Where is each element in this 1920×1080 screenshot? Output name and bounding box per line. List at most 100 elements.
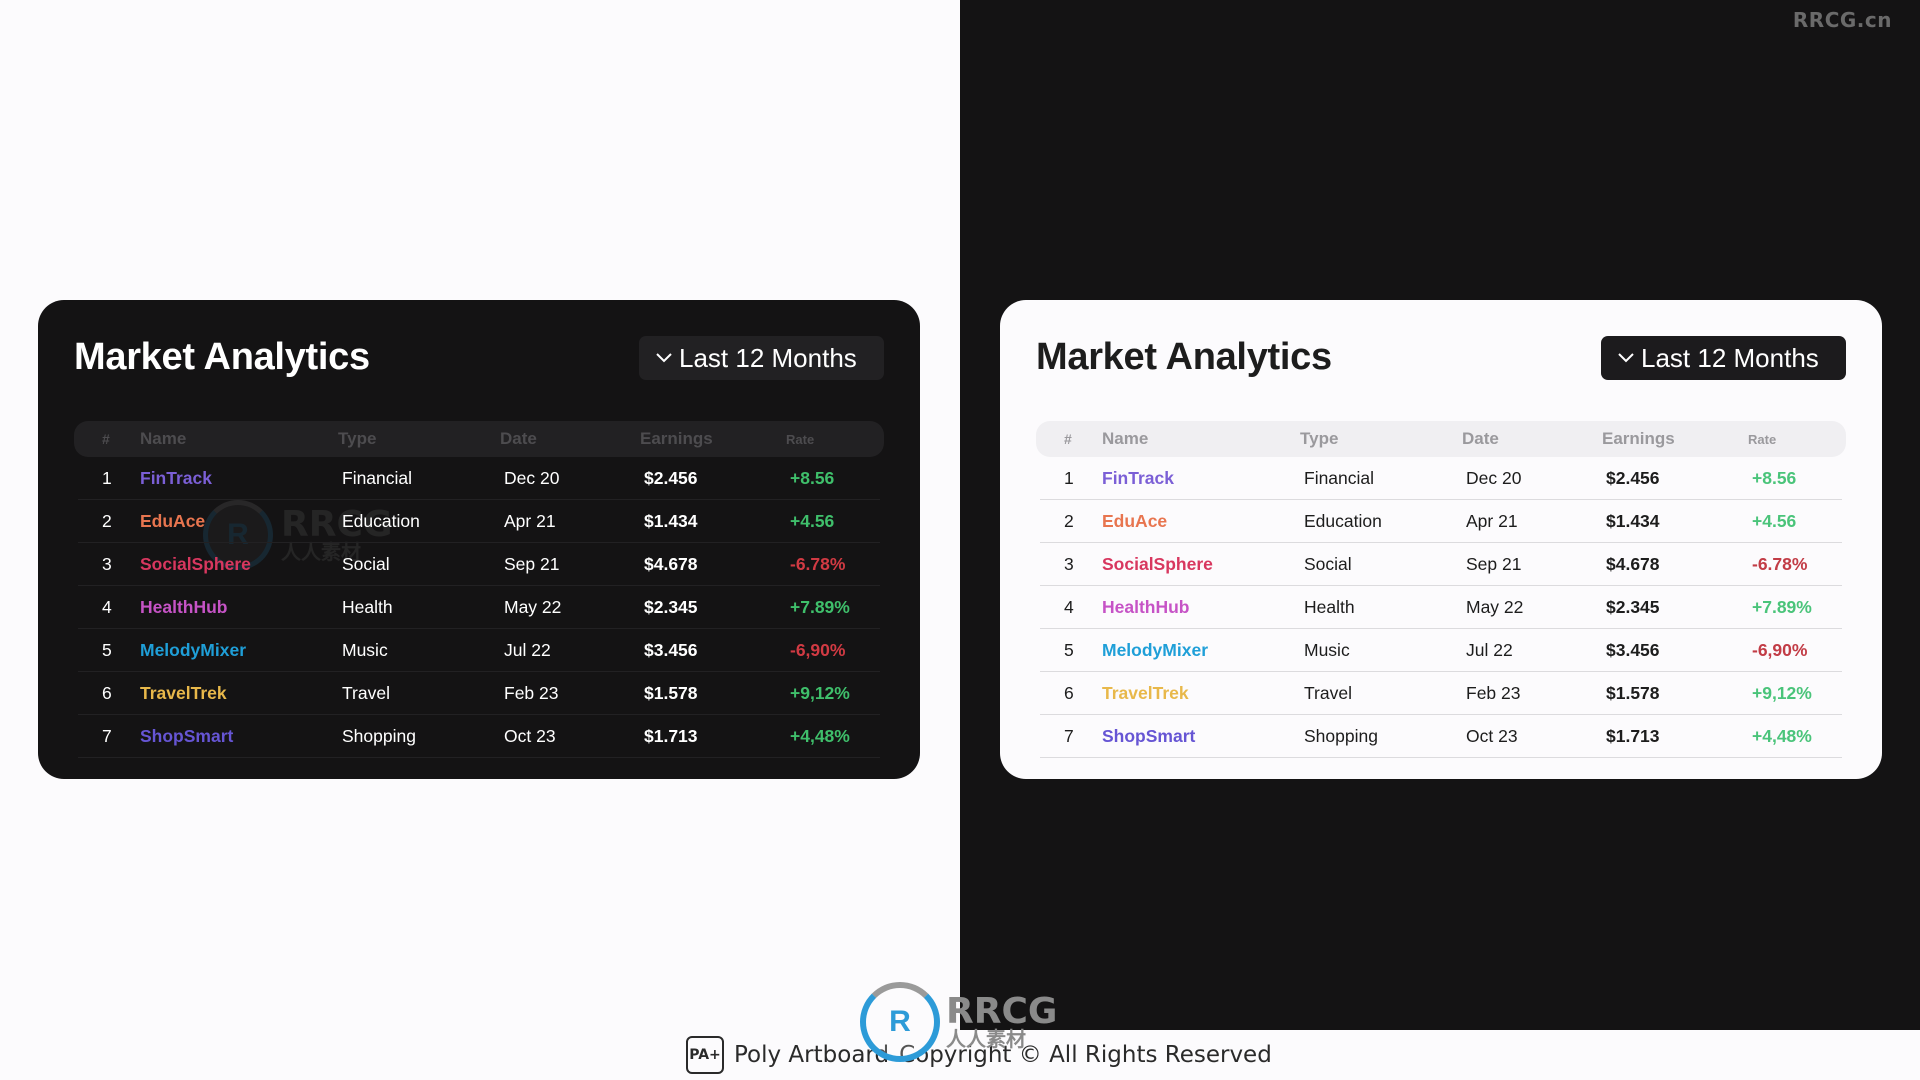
rate-value: +4,48%: [790, 725, 850, 746]
row-number: 2: [1064, 510, 1074, 531]
app-earnings: $1.713: [1606, 725, 1660, 746]
app-name[interactable]: TravelTrek: [140, 683, 342, 704]
row-number: 7: [1064, 725, 1074, 746]
table-row[interactable]: 1 FinTrack Financial Dec 20 $2.456 +8.56: [78, 457, 880, 500]
column-header-date[interactable]: Date: [500, 429, 640, 449]
site-watermark: RRCG.cn: [1792, 8, 1892, 32]
table-row[interactable]: 7 ShopSmart Shopping Oct 23 $1.713 +4,48%: [78, 715, 880, 758]
column-header-name[interactable]: Name: [136, 429, 338, 449]
app-earnings: $2.456: [644, 467, 698, 488]
column-header-type[interactable]: Type: [1300, 429, 1462, 449]
app-name[interactable]: TravelTrek: [1102, 683, 1304, 704]
row-number: 4: [102, 596, 112, 617]
app-date: Dec 20: [504, 467, 560, 488]
app-type: Financial: [342, 467, 413, 488]
app-type: Health: [1304, 596, 1355, 617]
table-row[interactable]: 3 SocialSphere Social Sep 21 $4.678 -6.78%: [1040, 543, 1842, 586]
app-name[interactable]: ShopSmart: [1102, 726, 1304, 747]
app-earnings: $2.345: [1606, 596, 1660, 617]
rrcg-watermark: R RRCG 人人素材: [860, 982, 1057, 1062]
app-name[interactable]: SocialSphere: [1102, 554, 1304, 575]
app-earnings: $1.578: [644, 682, 698, 703]
market-analytics-card-light: Market Analytics Last 12 Months # Name T…: [1000, 300, 1882, 779]
table-row[interactable]: 5 MelodyMixer Music Jul 22 $3.456 -6,90%: [78, 629, 880, 672]
table-row[interactable]: 7 ShopSmart Shopping Oct 23 $1.713 +4,48%: [1040, 715, 1842, 758]
app-earnings: $1.434: [1606, 510, 1660, 531]
rate-value: +7.89%: [790, 596, 850, 617]
app-date: Apr 21: [504, 510, 556, 531]
table-row[interactable]: 2 EduAce Education Apr 21 $1.434 +4.56: [78, 500, 880, 543]
app-date: May 22: [504, 596, 562, 617]
table-row[interactable]: 6 TravelTrek Travel Feb 23 $1.578 +9,12%: [78, 672, 880, 715]
app-name[interactable]: FinTrack: [140, 468, 342, 489]
app-name[interactable]: FinTrack: [1102, 468, 1304, 489]
app-name[interactable]: HealthHub: [140, 597, 342, 618]
app-type: Education: [342, 510, 420, 531]
app-earnings: $4.678: [644, 553, 698, 574]
column-header-rate[interactable]: Rate: [1748, 432, 1838, 447]
row-number: 3: [102, 553, 112, 574]
column-header-name[interactable]: Name: [1098, 429, 1300, 449]
column-header-number[interactable]: #: [74, 431, 136, 447]
app-name[interactable]: EduAce: [1102, 511, 1304, 532]
table-body: 1 FinTrack Financial Dec 20 $2.456 +8.56 2 EduA…: [74, 457, 884, 758]
app-date: Sep 21: [1466, 553, 1522, 574]
app-type: Financial: [1304, 467, 1375, 488]
app-date: Jul 22: [1466, 639, 1513, 660]
app-date: Oct 23: [1466, 725, 1518, 746]
watermark-subtext: 人人素材: [946, 1029, 1026, 1051]
table-row[interactable]: 3 SocialSphere Social Sep 21 $4.678 -6.78%: [78, 543, 880, 586]
app-date: Feb 23: [504, 682, 559, 703]
app-type: Shopping: [342, 725, 416, 746]
app-name[interactable]: ShopSmart: [140, 726, 342, 747]
time-range-dropdown[interactable]: Last 12 Months: [639, 336, 884, 380]
table-row[interactable]: 4 HealthHub Health May 22 $2.345 +7.89%: [1040, 586, 1842, 629]
app-type: Education: [1304, 510, 1382, 531]
card-title: Market Analytics: [74, 336, 370, 378]
column-header-type[interactable]: Type: [338, 429, 500, 449]
chevron-down-icon: [655, 349, 673, 367]
app-date: Dec 20: [1466, 467, 1522, 488]
app-earnings: $1.578: [1606, 682, 1660, 703]
rate-value: +4.56: [790, 510, 835, 531]
app-name[interactable]: SocialSphere: [140, 554, 342, 575]
rate-value: +4.56: [1752, 510, 1797, 531]
time-range-label: Last 12 Months: [1641, 342, 1819, 373]
column-header-earnings[interactable]: Earnings: [640, 429, 786, 449]
app-date: Oct 23: [504, 725, 556, 746]
app-type: Travel: [1304, 682, 1352, 703]
app-type: Music: [342, 639, 388, 660]
app-name[interactable]: HealthHub: [1102, 597, 1304, 618]
column-header-date[interactable]: Date: [1462, 429, 1602, 449]
app-name[interactable]: MelodyMixer: [140, 640, 342, 661]
market-analytics-card-dark: Market Analytics Last 12 Months R RRCG 人人…: [38, 300, 920, 779]
watermark-text: RRCG: [946, 991, 1058, 1032]
app-name[interactable]: MelodyMixer: [1102, 640, 1304, 661]
row-number: 4: [1064, 596, 1074, 617]
app-earnings: $4.678: [1606, 553, 1660, 574]
row-number: 6: [102, 682, 112, 703]
column-header-number[interactable]: #: [1036, 431, 1098, 447]
row-number: 1: [1064, 467, 1074, 488]
column-header-earnings[interactable]: Earnings: [1602, 429, 1748, 449]
table-row[interactable]: 4 HealthHub Health May 22 $2.345 +7.89%: [78, 586, 880, 629]
analytics-table: # Name Type Date Earnings Rate 1 FinTrack…: [74, 421, 884, 758]
app-date: Apr 21: [1466, 510, 1518, 531]
table-row[interactable]: 5 MelodyMixer Music Jul 22 $3.456 -6,90%: [1040, 629, 1842, 672]
row-number: 2: [102, 510, 112, 531]
app-earnings: $3.456: [644, 639, 698, 660]
row-number: 3: [1064, 553, 1074, 574]
poly-artboard-logo-icon: PA+: [686, 1036, 724, 1074]
table-row[interactable]: 2 EduAce Education Apr 21 $1.434 +4.56: [1040, 500, 1842, 543]
row-number: 7: [102, 725, 112, 746]
time-range-dropdown[interactable]: Last 12 Months: [1601, 336, 1846, 380]
app-name[interactable]: EduAce: [140, 511, 342, 532]
card-title: Market Analytics: [1036, 336, 1332, 378]
row-number: 5: [102, 639, 112, 660]
app-earnings: $2.345: [644, 596, 698, 617]
column-header-rate[interactable]: Rate: [786, 432, 876, 447]
app-type: Travel: [342, 682, 390, 703]
table-row[interactable]: 6 TravelTrek Travel Feb 23 $1.578 +9,12%: [1040, 672, 1842, 715]
table-row[interactable]: 1 FinTrack Financial Dec 20 $2.456 +8.56: [1040, 457, 1842, 500]
row-number: 1: [102, 467, 112, 488]
